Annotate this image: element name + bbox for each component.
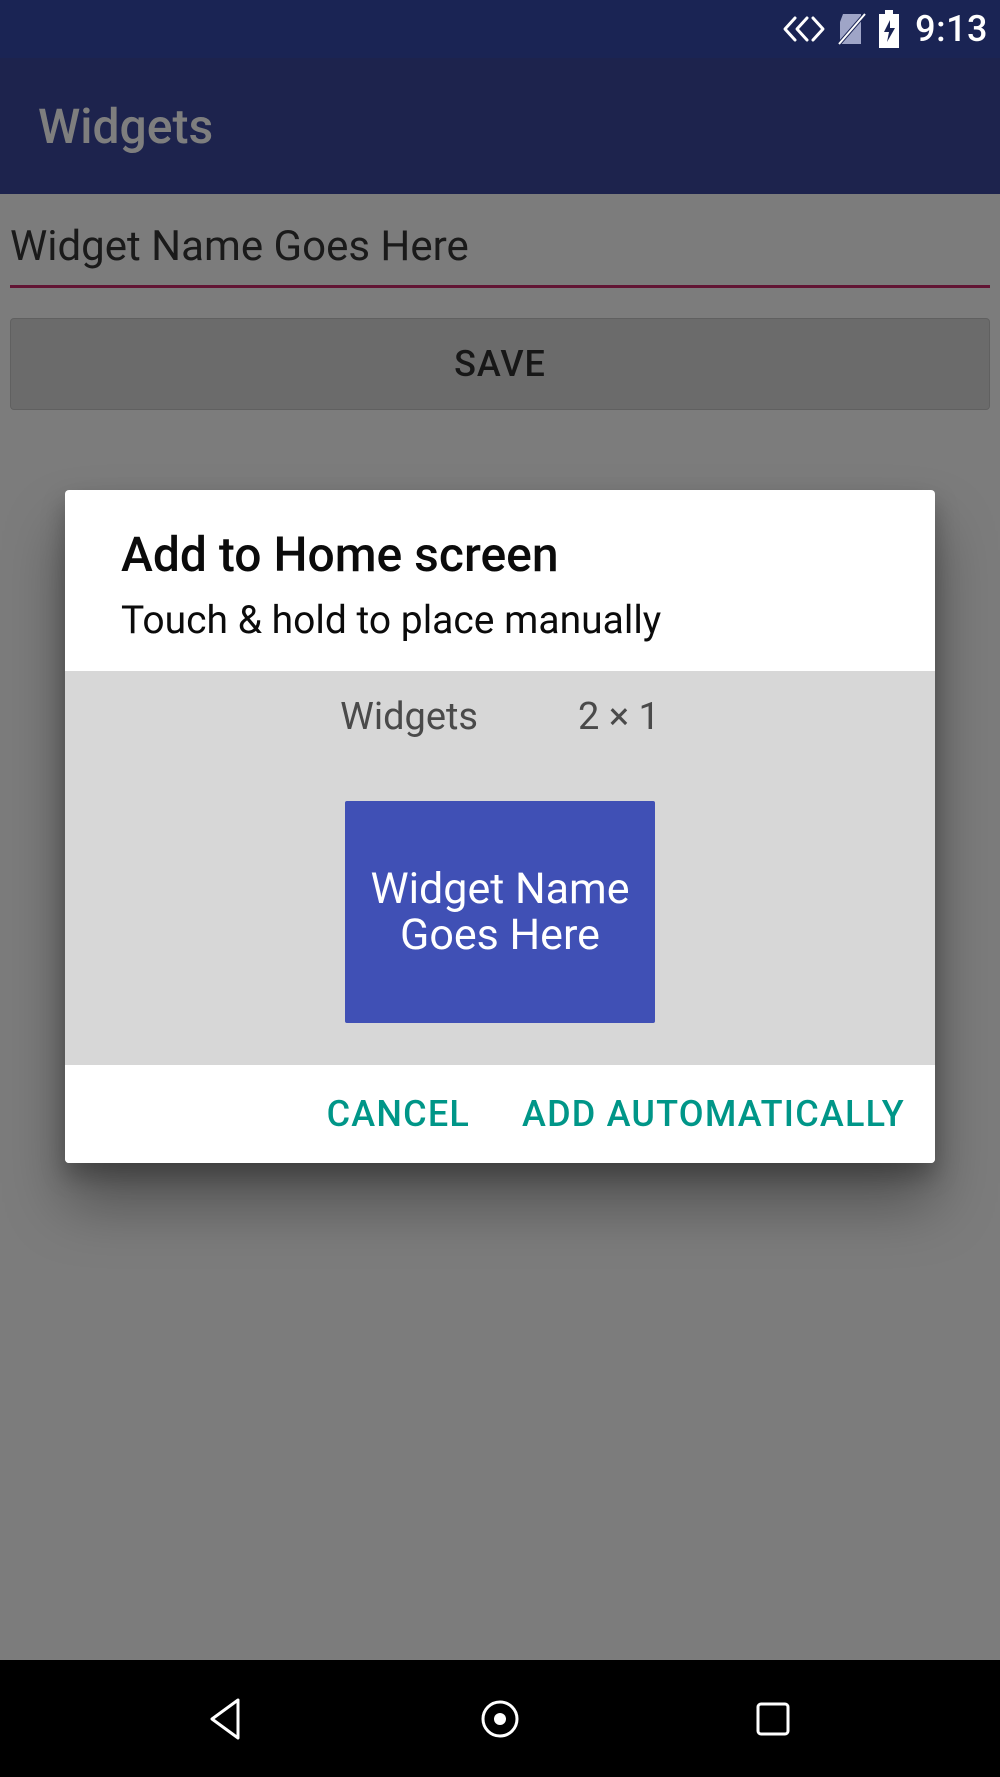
- back-button[interactable]: [202, 1694, 252, 1744]
- no-sim-icon: [837, 12, 867, 46]
- navigation-bar: [0, 1660, 1000, 1777]
- dialog-title: Add to Home screen: [121, 526, 879, 583]
- recents-button[interactable]: [748, 1694, 798, 1744]
- widget-preview-area[interactable]: Widgets 2 × 1 Widget Name Goes Here: [65, 671, 935, 1065]
- widget-preview[interactable]: Widget Name Goes Here: [345, 801, 655, 1023]
- dialog-actions: CANCEL ADD AUTOMATICALLY: [65, 1065, 935, 1163]
- home-button[interactable]: [475, 1694, 525, 1744]
- widget-preview-text: Widget Name Goes Here: [355, 866, 645, 959]
- screen: 9:13 Widgets SAVE Add to Home screen Tou…: [0, 0, 1000, 1777]
- dialog-header: Add to Home screen Touch & hold to place…: [65, 490, 935, 671]
- devtools-icon: [781, 14, 827, 44]
- preview-size-label: 2 × 1: [578, 695, 660, 739]
- cancel-button[interactable]: CANCEL: [327, 1093, 470, 1135]
- status-time: 9:13: [915, 8, 988, 50]
- status-bar: 9:13: [0, 0, 1000, 58]
- add-automatically-button[interactable]: ADD AUTOMATICALLY: [522, 1093, 905, 1135]
- dialog-subtitle: Touch & hold to place manually: [121, 597, 879, 643]
- battery-charging-icon: [877, 10, 901, 48]
- add-to-home-dialog: Add to Home screen Touch & hold to place…: [65, 490, 935, 1163]
- preview-label-row: Widgets 2 × 1: [65, 695, 935, 739]
- preview-app-label: Widgets: [340, 695, 478, 739]
